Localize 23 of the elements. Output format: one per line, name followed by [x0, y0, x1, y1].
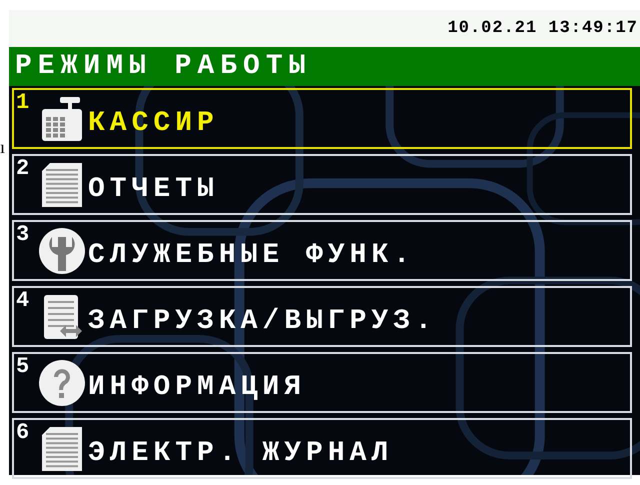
menu-item[interactable]: 3 СЛУЖЕБНЫЕ ФУНК.: [12, 220, 632, 281]
item-label: ЗАГРУЗКА/ВЫГРУЗ.: [88, 308, 437, 336]
date-time: 10.02.21 13:49:17: [448, 18, 638, 40]
menu-item[interactable]: 1 КАССИР: [12, 88, 632, 149]
edge-fragment: ı: [0, 138, 6, 156]
item-label: КАССИР: [88, 110, 219, 138]
item-number: 4: [15, 288, 30, 312]
menu-item[interactable]: 2 ОТЧЕТЫ: [12, 154, 632, 215]
item-label: ОТЧЕТЫ: [88, 176, 219, 204]
item-label: ЭЛЕКТР. ЖУРНАЛ: [88, 440, 394, 468]
menu-item[interactable]: 4 ЗАГРУЗКА/ВЫГРУЗ.: [12, 286, 632, 347]
wrench-icon: [38, 226, 86, 274]
item-number: 6: [15, 420, 30, 444]
menu-item[interactable]: 5 ИНФОРМАЦИЯ: [12, 352, 632, 413]
item-label: ИНФОРМАЦИЯ: [88, 374, 306, 402]
item-number: 1: [15, 90, 30, 114]
item-label: СЛУЖЕБНЫЕ ФУНК.: [88, 242, 416, 270]
menu-item[interactable]: 6 ЭЛЕКТР. ЖУРНАЛ: [12, 418, 632, 479]
help-icon: [38, 358, 86, 406]
item-number: 3: [15, 222, 30, 246]
item-number: 5: [15, 354, 30, 378]
item-number: 2: [15, 156, 30, 180]
header-title: РЕЖИМЫ РАБОТЫ: [15, 52, 312, 80]
